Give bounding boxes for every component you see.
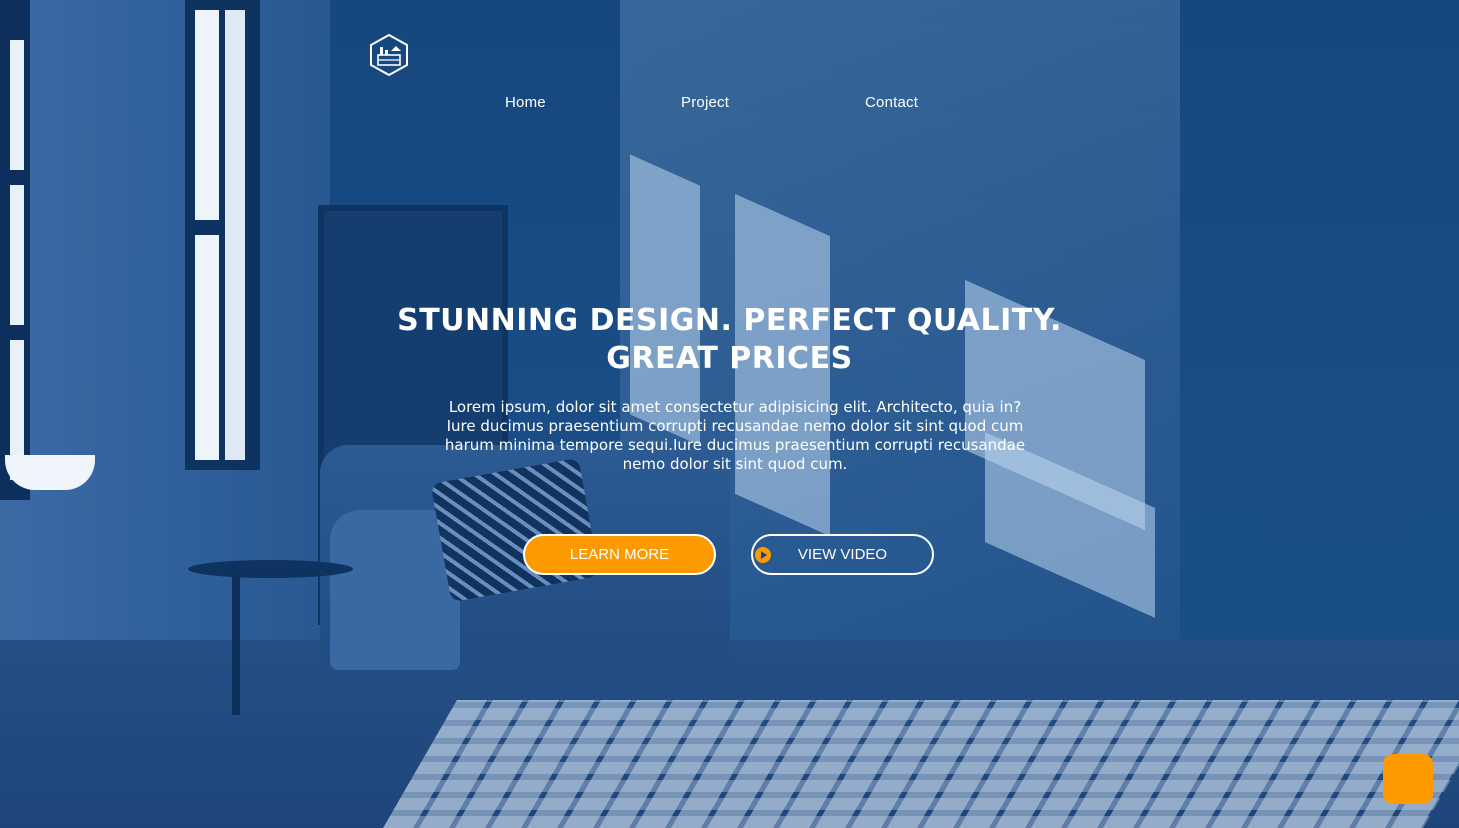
- main-nav: Home Project Contact: [0, 94, 1459, 114]
- side-table: [188, 560, 353, 578]
- hero-description: Lorem ipsum, dolor sit amet consectetur …: [444, 398, 1026, 473]
- nav-item-contact[interactable]: Contact: [865, 94, 918, 111]
- window-left: [0, 0, 30, 500]
- side-table-leg: [232, 575, 240, 715]
- nav-item-project[interactable]: Project: [681, 94, 729, 111]
- logo-house-hexagon-icon[interactable]: [367, 33, 411, 77]
- hero-headline-line1: STUNNING DESIGN. PERFECT QUALITY.: [397, 303, 1062, 338]
- nav-item-home[interactable]: Home: [505, 94, 546, 111]
- cushion: [430, 457, 600, 603]
- view-video-button[interactable]: VIEW VIDEO: [751, 534, 934, 575]
- plant-pots: [5, 455, 95, 490]
- hero-section: Home Project Contact STUNNING DESIGN. PE…: [0, 0, 1459, 828]
- floor-light-pattern: [383, 700, 1459, 828]
- window-center: [185, 0, 260, 470]
- hero-headline-line2: GREAT PRICES: [606, 341, 853, 376]
- play-circle-icon: [755, 547, 771, 563]
- chat-widget-button[interactable]: [1383, 754, 1433, 804]
- learn-more-button[interactable]: LEARN MORE: [523, 534, 716, 575]
- view-video-label: VIEW VIDEO: [797, 546, 888, 563]
- hero-headline: STUNNING DESIGN. PERFECT QUALITY. GREAT …: [0, 302, 1459, 378]
- learn-more-label: LEARN MORE: [569, 546, 670, 563]
